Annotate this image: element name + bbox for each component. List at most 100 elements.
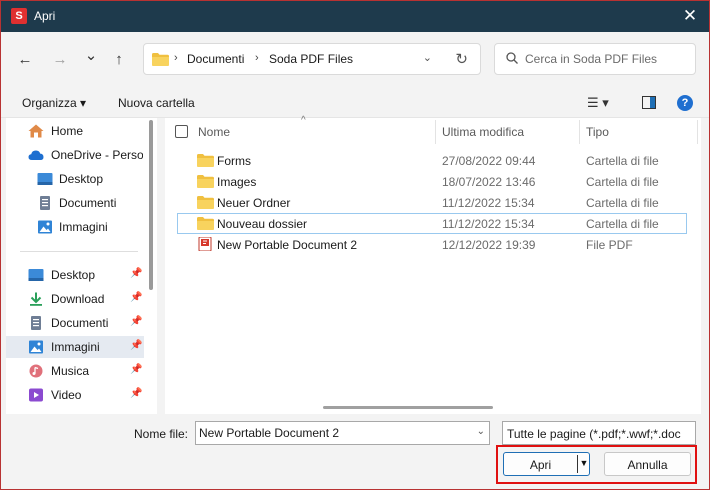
filename-combobox[interactable]: ⌄ xyxy=(195,421,490,445)
breadcrumb-soda-pdf-files[interactable]: Soda PDF Files xyxy=(269,52,353,66)
filename-input[interactable] xyxy=(199,425,464,441)
sidebar-item-quick-documenti[interactable]: Documenti 📌 xyxy=(6,312,144,334)
file-row-new-portable-document-2[interactable]: New Portable Document 2 12/12/2022 19:39… xyxy=(177,234,687,255)
column-header-row: ^ Nome Ultima modifica Tipo xyxy=(165,115,701,144)
sidebar-item-quick-desktop[interactable]: Desktop 📌 xyxy=(6,264,144,286)
file-type-filter-value: Tutte le pagine (*.pdf;*.wwf;*.doc xyxy=(507,427,681,441)
horizontal-scrollbar[interactable] xyxy=(165,401,701,414)
file-name: Forms xyxy=(217,154,251,168)
file-list[interactable]: ^ Nome Ultima modifica Tipo Forms 27/08/… xyxy=(165,115,701,414)
file-modified: 11/12/2022 15:34 xyxy=(442,217,535,231)
sidebar-item-label: Immagini xyxy=(59,220,108,234)
breadcrumb-separator: › xyxy=(255,52,259,64)
file-type: Cartella di file xyxy=(586,196,659,210)
title-bar: S Apri ✕ xyxy=(1,1,709,32)
open-dialog: S Apri ✕ ← → ⌄ ↑ › Documenti › Soda PDF … xyxy=(0,0,710,490)
folder-icon xyxy=(197,154,214,167)
sidebar-item-label: Desktop xyxy=(59,172,104,186)
pin-icon: 📌 xyxy=(130,340,143,351)
search-input[interactable] xyxy=(525,49,693,69)
pin-icon: 📌 xyxy=(130,268,143,279)
documents-icon xyxy=(31,316,41,330)
file-modified: 11/12/2022 15:34 xyxy=(442,196,535,210)
sidebar-item-home[interactable]: Home xyxy=(6,120,144,142)
file-row-images[interactable]: Images 18/07/2022 13:46 Cartella di file xyxy=(177,171,687,192)
view-options-icon[interactable]: ☰ ▾ xyxy=(587,95,609,111)
address-bar[interactable]: › Documenti › Soda PDF Files ⌄ ↻ xyxy=(143,43,481,75)
window-title: Apri xyxy=(34,9,56,23)
navigation-bar: ← → ⌄ ↑ › Documenti › Soda PDF Files ⌄ ↻ xyxy=(1,32,709,88)
back-arrow-icon[interactable]: ← xyxy=(15,50,35,70)
refresh-icon[interactable]: ↻ xyxy=(455,50,468,68)
file-modified: 27/08/2022 09:44 xyxy=(442,154,536,168)
column-header-modified[interactable]: Ultima modifica xyxy=(442,125,524,139)
file-row-forms[interactable]: Forms 27/08/2022 09:44 Cartella di file xyxy=(177,150,687,171)
file-modified: 18/07/2022 13:46 xyxy=(442,175,536,189)
recent-locations-chevron-icon[interactable]: ⌄ xyxy=(81,46,101,66)
sidebar-item-download[interactable]: Download 📌 xyxy=(6,288,144,310)
file-row-neuer-ordner[interactable]: Neuer Ordner 11/12/2022 15:34 Cartella d… xyxy=(177,192,687,213)
cancel-button-label: Annulla xyxy=(627,458,668,472)
soda-pdf-app-icon: S xyxy=(11,8,27,24)
pictures-icon xyxy=(29,340,43,354)
video-icon xyxy=(29,388,43,402)
open-button-label: Apri xyxy=(529,458,552,472)
column-divider[interactable] xyxy=(579,120,580,144)
column-divider[interactable] xyxy=(697,120,698,144)
file-type: Cartella di file xyxy=(586,175,659,189)
search-icon xyxy=(506,52,518,64)
horizontal-scrollbar-thumb[interactable] xyxy=(323,406,493,409)
open-button[interactable]: Apri ▼ xyxy=(503,452,590,476)
sidebar-divider xyxy=(20,251,138,252)
sidebar-item-label: OneDrive - Personal xyxy=(51,148,143,162)
file-type: File PDF xyxy=(586,238,633,252)
open-options-dropdown-icon[interactable]: ▼ xyxy=(578,458,590,468)
music-icon xyxy=(29,364,43,378)
up-arrow-icon[interactable]: ↑ xyxy=(109,50,129,70)
help-icon[interactable]: ? xyxy=(677,95,693,111)
file-name: New Portable Document 2 xyxy=(217,238,358,252)
column-divider[interactable] xyxy=(435,120,436,144)
file-name: Nouveau dossier xyxy=(217,217,308,231)
folder-icon xyxy=(152,53,169,66)
cancel-button[interactable]: Annulla xyxy=(604,452,691,476)
file-type: Cartella di file xyxy=(586,154,659,168)
new-folder-button[interactable]: Nuova cartella xyxy=(118,96,195,110)
folder-icon xyxy=(197,196,214,209)
forward-arrow-icon[interactable]: → xyxy=(50,50,70,70)
folder-icon xyxy=(197,217,214,230)
sidebar-item-video[interactable]: Video 📌 xyxy=(6,384,144,406)
file-name: Neuer Ordner xyxy=(217,196,291,210)
column-header-name[interactable]: Nome xyxy=(198,125,230,139)
file-type: Cartella di file xyxy=(586,217,659,231)
organize-menu-button[interactable]: Organizza ▾ xyxy=(22,96,86,110)
file-type-filter-select[interactable]: Tutte le pagine (*.pdf;*.wwf;*.doc xyxy=(502,421,696,445)
search-box[interactable] xyxy=(494,43,696,75)
column-header-type[interactable]: Tipo xyxy=(586,125,609,139)
close-icon[interactable]: ✕ xyxy=(679,5,701,27)
preview-pane-icon[interactable] xyxy=(642,96,656,109)
sidebar-item-musica[interactable]: Musica 📌 xyxy=(6,360,144,382)
sidebar-item-quick-immagini[interactable]: Immagini 📌 xyxy=(6,336,144,358)
sidebar-item-desktop[interactable]: Desktop xyxy=(6,168,144,190)
documents-icon xyxy=(40,196,50,210)
sort-ascending-icon: ^ xyxy=(301,115,306,126)
breadcrumb-documenti[interactable]: Documenti xyxy=(187,52,244,66)
sidebar-scrollbar[interactable] xyxy=(149,120,153,290)
file-row-nouveau-dossier[interactable]: Nouveau dossier 11/12/2022 15:34 Cartell… xyxy=(177,213,687,234)
address-dropdown-icon[interactable]: ⌄ xyxy=(423,51,432,64)
navigation-pane[interactable]: Home OneDrive - Personal Desktop Documen… xyxy=(6,118,157,414)
folder-icon xyxy=(197,175,214,188)
desktop-icon xyxy=(28,269,44,281)
pdf-icon xyxy=(198,237,212,251)
pin-icon: 📌 xyxy=(130,292,143,303)
sidebar-item-onedrive[interactable]: OneDrive - Personal xyxy=(6,144,144,166)
sidebar-item-immagini[interactable]: Immagini xyxy=(6,216,144,238)
file-modified: 12/12/2022 19:39 xyxy=(442,238,536,252)
sidebar-item-documenti[interactable]: Documenti xyxy=(6,192,144,214)
select-all-checkbox[interactable] xyxy=(175,125,188,138)
pictures-icon xyxy=(38,220,52,234)
chevron-down-icon[interactable]: ⌄ xyxy=(477,426,485,437)
file-name: Images xyxy=(217,175,257,189)
download-icon xyxy=(30,292,42,306)
